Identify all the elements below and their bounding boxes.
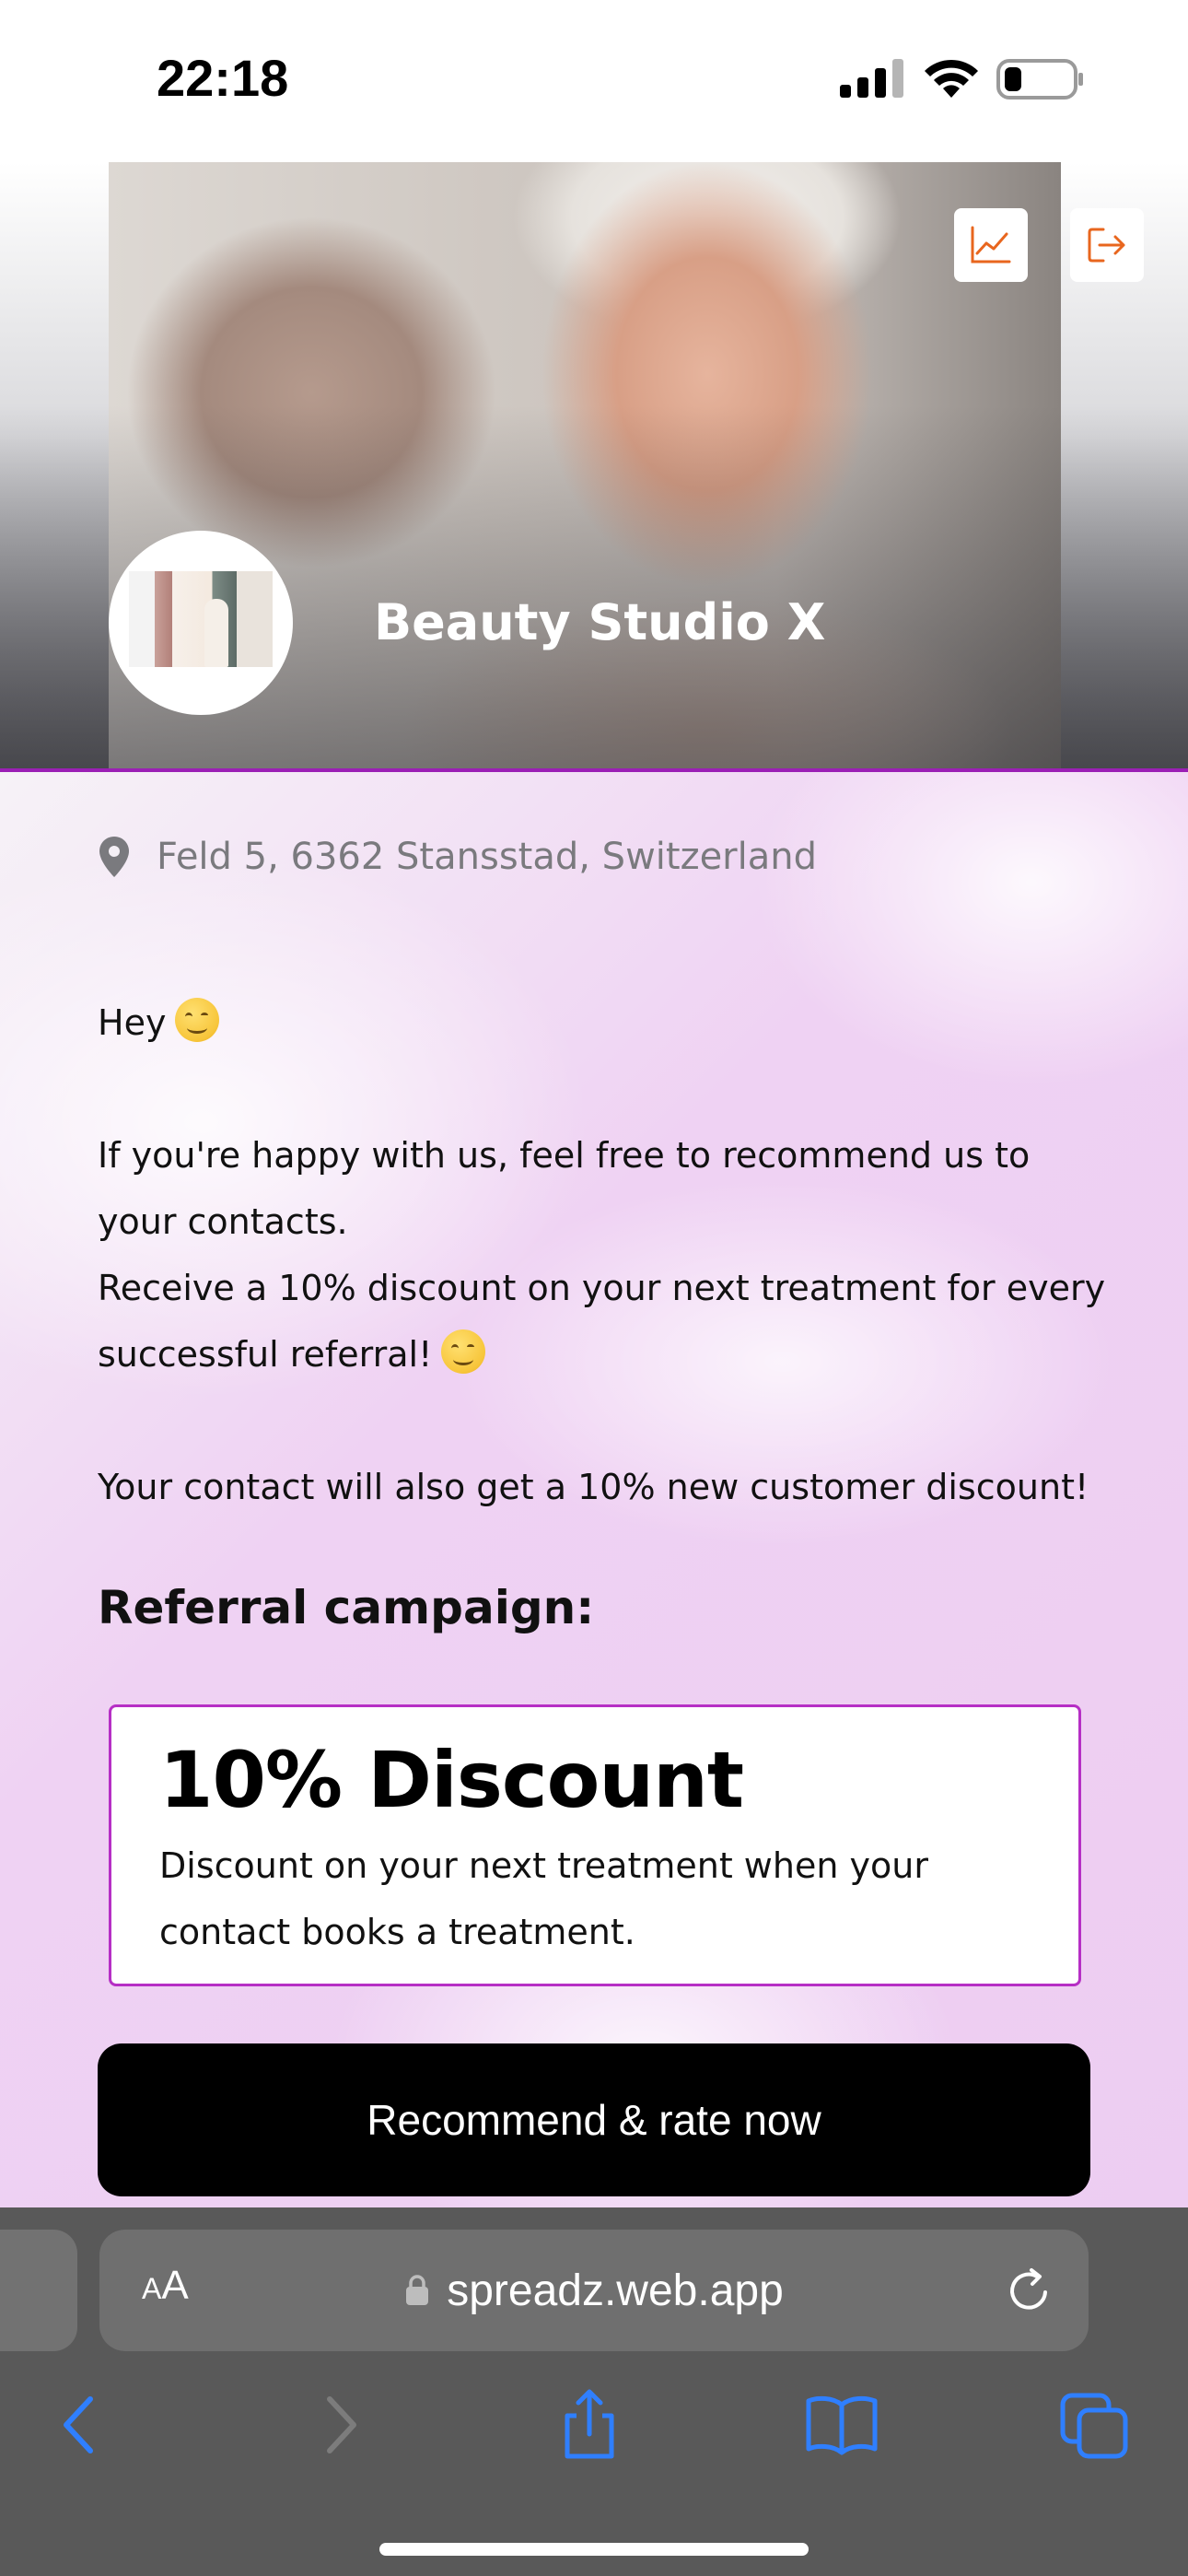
line-chart-icon: [971, 226, 1011, 263]
smiley-emoji-icon: [175, 998, 220, 1042]
stats-button[interactable]: [954, 208, 1028, 282]
campaign-card: 10% Discount Discount on your next treat…: [109, 1704, 1081, 1986]
address-bar[interactable]: AA spreadz.web.app: [99, 2230, 1089, 2351]
main-content: Feld 5, 6362 Stansstad, Switzerland Hey …: [0, 772, 1188, 2207]
url-text: spreadz.web.app: [447, 2266, 784, 2315]
cellular-signal-icon: [840, 59, 903, 98]
home-indicator[interactable]: [379, 2543, 809, 2556]
campaign-title: 10% Discount: [159, 1735, 744, 1825]
campaign-description: Discount on your next treatment when you…: [159, 1845, 928, 1952]
lock-icon: [406, 2275, 429, 2305]
wifi-icon: [925, 59, 978, 98]
hero-banner: Beauty Studio X: [0, 162, 1188, 770]
logout-icon: [1088, 228, 1125, 263]
campaign-heading: Referral campaign:: [98, 1581, 595, 1634]
business-name: Beauty Studio X: [374, 593, 826, 651]
back-icon[interactable]: [44, 2388, 118, 2462]
business-address: Feld 5, 6362 Stansstad, Switzerland: [157, 836, 817, 878]
smiley-emoji-icon: [441, 1329, 486, 1374]
greeting: Hey: [98, 989, 1111, 1056]
location-pin-icon: [99, 837, 129, 877]
message-line-1: If you're happy with us, feel free to re…: [98, 1135, 1031, 1242]
share-icon[interactable]: [553, 2388, 626, 2462]
bookmarks-icon[interactable]: [805, 2388, 879, 2462]
business-avatar: [109, 531, 293, 715]
forward-icon[interactable]: [302, 2388, 376, 2462]
browser-bottom-bar: AA spreadz.web.app: [0, 2207, 1188, 2576]
contact-discount-note: Your contact will also get a 10% new cus…: [98, 1467, 1089, 1507]
address-row[interactable]: Feld 5, 6362 Stansstad, Switzerland: [98, 835, 817, 879]
status-time: 22:18: [157, 49, 289, 107]
logout-button[interactable]: [1070, 208, 1144, 282]
previous-tab-peek[interactable]: [0, 2230, 77, 2351]
referral-message: If you're happy with us, feel free to re…: [98, 1122, 1111, 1388]
tabs-icon[interactable]: [1059, 2388, 1133, 2462]
status-bar: 22:18: [0, 0, 1188, 162]
recommend-rate-button[interactable]: Recommend & rate now: [98, 2043, 1090, 2196]
reload-icon[interactable]: [1004, 2265, 1055, 2316]
message-line-2: Receive a 10% discount on your next trea…: [98, 1268, 1106, 1375]
battery-icon: [996, 59, 1083, 100]
